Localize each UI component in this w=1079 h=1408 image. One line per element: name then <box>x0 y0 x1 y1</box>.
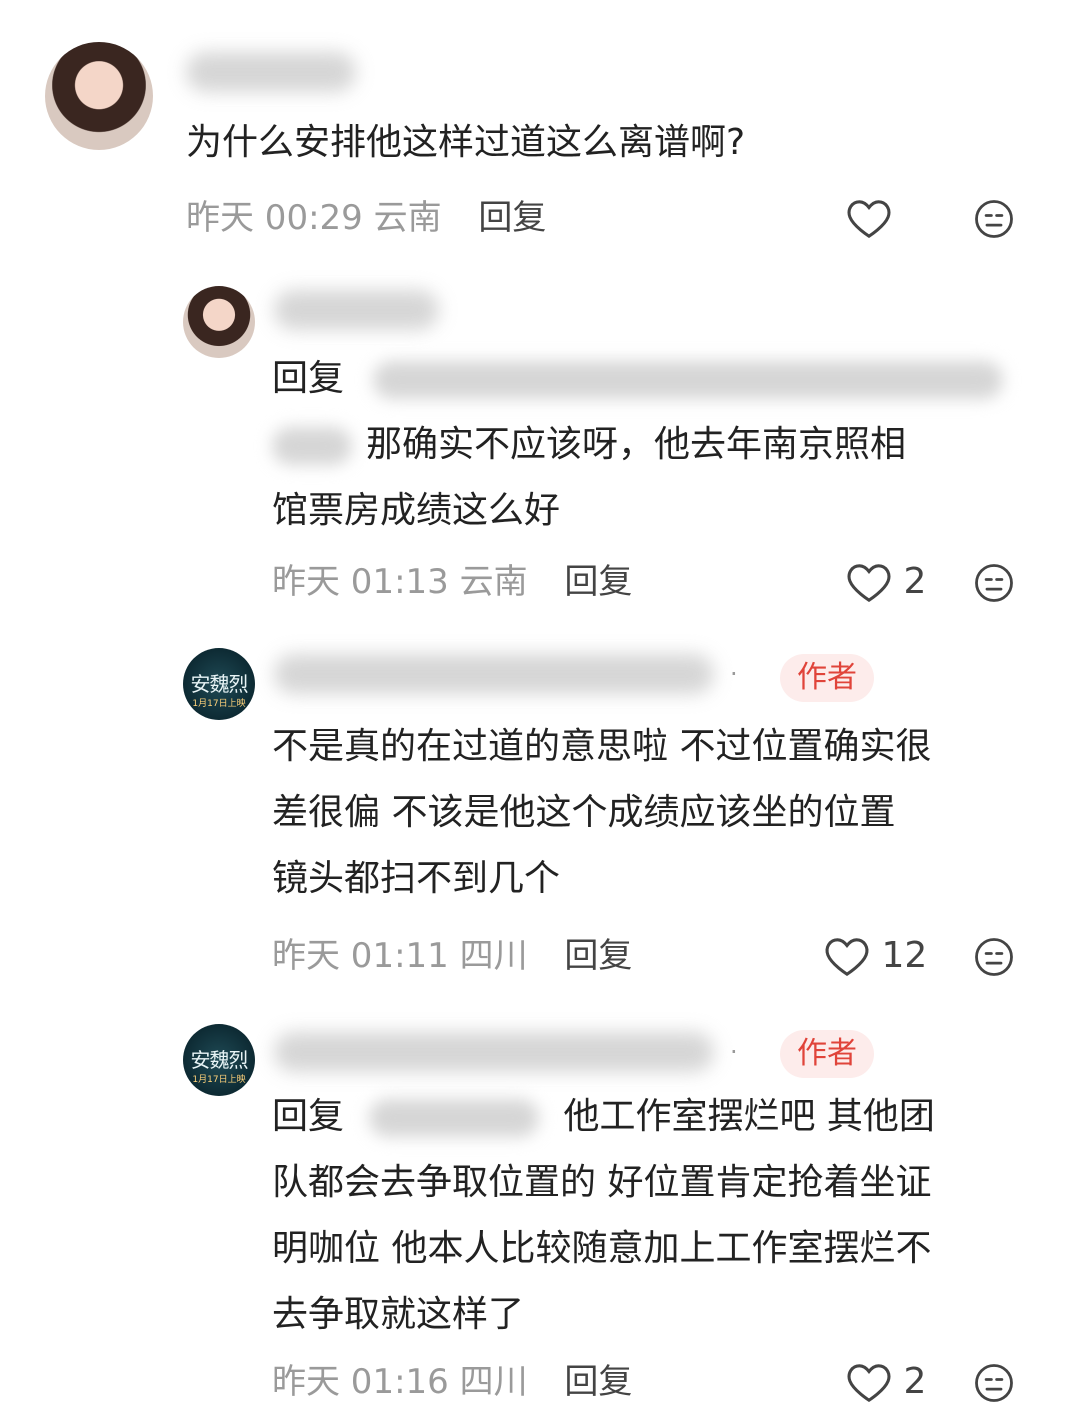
reply-prefix: 回复 <box>272 358 345 399</box>
location: 云南 <box>373 198 442 238</box>
redacted-text <box>272 427 352 465</box>
reply-button[interactable]: 回复 <box>564 1362 632 1402</box>
text-line-3: 明咖位 他本人比较随意加上工作室摆烂不 <box>272 1228 932 1269</box>
text-line-3: 镜头都扫不到几个 <box>272 858 561 899</box>
dislike-button[interactable] <box>973 1362 1015 1408</box>
reply-target-redacted[interactable] <box>373 361 1004 399</box>
text-line: 回复 他工作室摆烂吧 其他团 <box>272 1084 935 1150</box>
meh-face-icon <box>975 200 1013 238</box>
dislike-button[interactable] <box>973 198 1015 244</box>
author-badge: 作者 <box>780 1030 874 1078</box>
dislike-button[interactable] <box>973 936 1015 982</box>
username-redacted[interactable] <box>186 52 356 92</box>
text-line-4: 去争取就这样了 <box>272 1294 525 1335</box>
heart-outline-icon <box>847 564 891 602</box>
like-button[interactable] <box>846 198 892 240</box>
avatar[interactable]: 安魏烈 1月17日上映 <box>183 1024 255 1096</box>
reply-button[interactable]: 回复 <box>478 198 546 238</box>
meh-face-icon <box>975 564 1013 602</box>
reply-target-line: 回复 <box>272 346 1032 412</box>
text-line-2: 馆票房成绩这么好 <box>272 490 561 531</box>
location: 四川 <box>459 1362 528 1402</box>
timestamp: 昨天 01:11 <box>272 936 449 976</box>
comment-2: 回复 那确实不应该呀，他去年南京照相 馆票房成绩这么好 昨天 01:13 云南 … <box>0 270 1079 630</box>
like-button[interactable]: 2 <box>846 1362 926 1404</box>
reply-button[interactable]: 回复 <box>564 936 632 976</box>
comment-1: 为什么安排他这样过道这么离谱啊? 昨天 00:29 云南 回复 <box>0 0 1079 270</box>
avatar-title: 安魏烈 <box>190 672 249 696</box>
comment-meta: 昨天 01:11 四川 回复 <box>272 936 632 976</box>
like-button[interactable]: 2 <box>846 562 926 604</box>
comment-meta: 昨天 01:16 四川 回复 <box>272 1362 632 1402</box>
location: 云南 <box>459 562 528 602</box>
text-line-2: 队都会去争取位置的 好位置肯定抢着坐证 <box>272 1162 932 1203</box>
avatar-subtitle: 1月17日上映 <box>192 1075 246 1085</box>
username-redacted[interactable] <box>274 1032 714 1072</box>
heart-outline-icon <box>847 1364 891 1402</box>
reply-target-redacted[interactable] <box>369 1099 540 1137</box>
meh-face-icon <box>975 1364 1013 1402</box>
separator: · <box>730 1038 738 1066</box>
username-redacted[interactable] <box>274 290 439 330</box>
timestamp: 昨天 01:13 <box>272 562 449 602</box>
heart-outline-icon <box>825 938 869 976</box>
timestamp: 昨天 00:29 <box>186 198 363 238</box>
like-count: 2 <box>903 561 927 602</box>
comment-meta: 昨天 00:29 云南 回复 <box>186 198 546 238</box>
like-button[interactable]: 12 <box>824 936 927 978</box>
like-count: 2 <box>903 1361 927 1402</box>
avatar[interactable] <box>183 286 255 358</box>
comment-text: 回复 他工作室摆烂吧 其他团 队都会去争取位置的 好位置肯定抢着坐证 明咖位 他… <box>272 1084 935 1348</box>
comment-text: 不是真的在过道的意思啦 不过位置确实很 差很偏 不该是他这个成绩应该坐的位置 镜… <box>272 714 931 912</box>
like-count: 12 <box>881 935 928 976</box>
comment-text: 为什么安排他这样过道这么离谱啊? <box>186 122 746 163</box>
separator: · <box>730 660 738 688</box>
heart-outline-icon <box>847 200 891 238</box>
meh-face-icon <box>975 938 1013 976</box>
timestamp: 昨天 01:16 <box>272 1362 449 1402</box>
avatar[interactable]: 安魏烈 1月17日上映 <box>183 648 255 720</box>
location: 四川 <box>459 936 528 976</box>
text-line-1: 那确实不应该呀，他去年南京照相 <box>366 424 907 465</box>
author-badge: 作者 <box>780 654 874 702</box>
text-line: 那确实不应该呀，他去年南京照相 <box>272 412 1032 478</box>
avatar-subtitle: 1月17日上映 <box>192 699 246 709</box>
avatar[interactable] <box>45 42 153 150</box>
reply-prefix: 回复 <box>272 1096 345 1137</box>
comment-4: 安魏烈 1月17日上映 · 作者 回复 他工作室摆烂吧 其他团 队都会去争取位置… <box>0 1010 1079 1402</box>
avatar-title: 安魏烈 <box>190 1048 249 1072</box>
reply-button[interactable]: 回复 <box>564 562 632 602</box>
comment-3: 安魏烈 1月17日上映 · 作者 不是真的在过道的意思啦 不过位置确实很 差很偏… <box>0 630 1079 1010</box>
username-redacted[interactable] <box>274 654 714 694</box>
dislike-button[interactable] <box>973 562 1015 608</box>
text-line-2: 差很偏 不该是他这个成绩应该坐的位置 <box>272 792 896 833</box>
comment-meta: 昨天 01:13 云南 回复 <box>272 562 632 602</box>
text-line-1: 他工作室摆烂吧 其他团 <box>563 1096 935 1137</box>
text-line-1: 不是真的在过道的意思啦 不过位置确实很 <box>272 726 932 767</box>
comment-text: 回复 那确实不应该呀，他去年南京照相 馆票房成绩这么好 <box>272 346 1032 544</box>
